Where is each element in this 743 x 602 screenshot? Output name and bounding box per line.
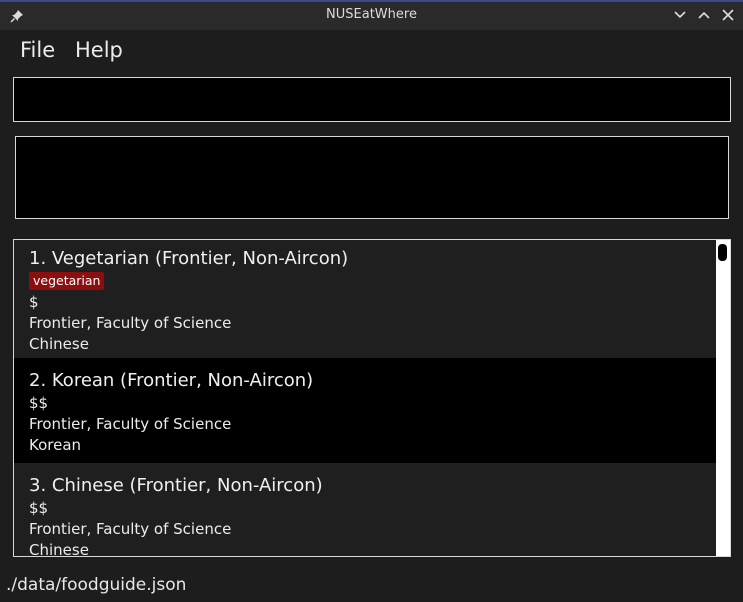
menu-help[interactable]: Help xyxy=(75,38,123,62)
menu-bar: File Help xyxy=(0,30,743,70)
window-title: NUSEatWhere xyxy=(326,7,417,22)
eatery-price: $ xyxy=(29,293,39,311)
eatery-location: Frontier, Faculty of Science xyxy=(29,314,232,332)
chevron-up-icon[interactable] xyxy=(697,8,711,22)
eatery-name: 3. Chinese (Frontier, Non-Aircon) xyxy=(29,475,323,496)
menu-file[interactable]: File xyxy=(20,38,55,62)
vertical-scrollbar[interactable] xyxy=(716,240,730,556)
command-input[interactable] xyxy=(13,77,731,122)
tag-badge: vegetarian xyxy=(29,272,105,290)
eatery-cuisine: Chinese xyxy=(29,335,89,353)
chevron-down-icon[interactable] xyxy=(673,8,687,22)
eatery-price: $$ xyxy=(29,394,49,412)
status-bar-path: ./data/foodguide.json xyxy=(6,575,187,595)
list-item[interactable]: 1. Vegetarian (Frontier, Non-Aircon) veg… xyxy=(14,240,716,358)
eatery-name: 1. Vegetarian (Frontier, Non-Aircon) xyxy=(29,248,349,269)
eatery-list[interactable]: 1. Vegetarian (Frontier, Non-Aircon) veg… xyxy=(13,239,731,557)
eatery-location: Frontier, Faculty of Science xyxy=(29,415,232,433)
title-bar: NUSEatWhere xyxy=(0,0,743,30)
close-icon[interactable] xyxy=(721,8,735,22)
eatery-cuisine: Chinese xyxy=(29,541,89,557)
eatery-location: Frontier, Faculty of Science xyxy=(29,520,232,538)
result-display xyxy=(15,136,729,219)
list-item[interactable]: 3. Chinese (Frontier, Non-Aircon) $$ Fro… xyxy=(14,463,716,557)
eatery-cuisine: Korean xyxy=(29,436,82,454)
eatery-name: 2. Korean (Frontier, Non-Aircon) xyxy=(29,370,314,391)
scrollbar-thumb[interactable] xyxy=(718,244,727,261)
eatery-price: $$ xyxy=(29,499,49,517)
list-item[interactable]: 2. Korean (Frontier, Non-Aircon) $$ Fron… xyxy=(14,358,716,463)
